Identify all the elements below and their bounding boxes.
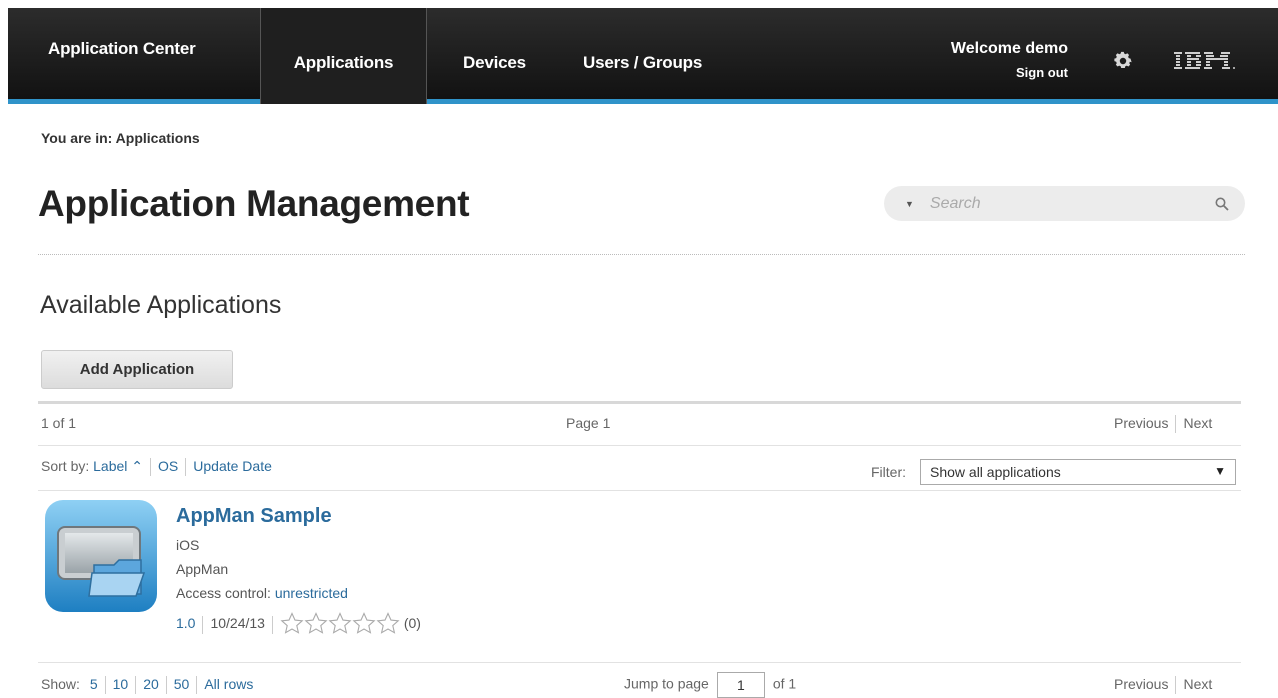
app-icon[interactable] [44,499,158,613]
separator [1175,676,1177,695]
app-version-link[interactable]: 1.0 [176,615,195,631]
nav-devices-label: Devices [463,53,526,72]
nav-users-groups[interactable]: Users / Groups [583,8,702,104]
page-size-50[interactable]: 50 [174,676,190,692]
separator [271,615,273,634]
separator [202,615,204,634]
separator [135,676,137,695]
title-divider [38,254,1245,255]
list-top-rule [38,401,1241,404]
nav-users-groups-label: Users / Groups [583,53,703,72]
app-meta-row: 1.0 10/24/13 (0) [176,612,421,637]
jump-to-page: Jump to page 1 of 1 [624,672,796,698]
sort-by-os[interactable]: OS [158,458,178,474]
star-icon[interactable] [376,612,400,634]
page-size-5[interactable]: 5 [90,676,98,692]
section-title: Available Applications [40,291,282,319]
breadcrumb: You are in: Applications [41,130,200,146]
page-size-10[interactable]: 10 [113,676,129,692]
page-size-20[interactable]: 20 [143,676,159,692]
nav-applications-label: Applications [293,53,394,72]
separator [104,676,106,695]
jump-label: Jump to page [624,675,709,692]
ibm-logo [1174,52,1235,69]
next-link-bottom[interactable]: Next [1183,676,1212,692]
filter-selected-value: Show all applications [930,464,1061,480]
search-icon[interactable] [1215,197,1229,211]
sort-label: Sort by: [41,458,90,474]
star-icon[interactable] [328,612,352,634]
separator [185,458,187,477]
sign-out-link[interactable]: Sign out [951,65,1068,80]
access-control-link[interactable]: unrestricted [275,585,348,601]
brand-title[interactable]: Application Center [48,1,196,97]
sort-by-update-date[interactable]: Update Date [193,458,272,474]
bottom-divider [38,662,1241,663]
search-box: ▼ [884,186,1245,221]
sort-bar: Sort by: Label ⌃ OS Update Date [41,458,272,477]
filter-select[interactable]: Show all applications ▼ [920,459,1236,485]
separator [1175,415,1177,434]
jump-page-input[interactable]: 1 [716,672,765,698]
pager-top: Previous Next [1114,415,1212,434]
star-icon[interactable] [352,612,376,634]
filter-label: Filter: [871,464,906,480]
rating-count: (0) [403,615,421,632]
page-size-all[interactable]: All rows [204,676,253,692]
nav-devices[interactable]: Devices [463,8,526,104]
sort-ascending-icon: ⌃ [127,458,144,474]
search-input[interactable] [929,194,1180,213]
page-size-selector: Show: 5 10 20 50 All rows [41,676,253,695]
sort-divider [38,490,1241,491]
separator [196,676,198,695]
access-control-label: Access control: [176,585,271,601]
dropdown-arrow-icon: ▼ [1214,464,1226,478]
separator [150,458,152,477]
star-icon[interactable] [304,612,328,634]
pager-divider [38,445,1241,446]
top-navigation-bar: Application Center Applications Devices … [8,8,1278,104]
star-icon[interactable] [280,612,304,634]
app-package: AppMan [176,561,229,577]
app-update-date: 10/24/13 [210,615,265,632]
app-os: iOS [176,537,200,553]
welcome-text: Welcome demo [950,40,1068,57]
page-indicator: Page 1 [566,415,611,431]
total-pages: of 1 [772,675,797,692]
gear-icon[interactable] [1112,50,1134,72]
pager-bottom: Previous Next [1114,676,1212,695]
app-access-control: Access control: unrestricted [176,585,348,601]
rating-stars [280,612,400,637]
nav-applications[interactable]: Applications [260,8,427,104]
result-count: 1 of 1 [41,415,77,431]
next-link[interactable]: Next [1183,415,1212,431]
app-name-link[interactable]: AppMan Sample [176,505,332,528]
user-welcome: Welcome demo Sign out [951,40,1068,80]
previous-link[interactable]: Previous [1114,415,1168,431]
show-label: Show: [41,676,80,692]
separator [165,676,167,695]
add-application-button[interactable]: Add Application [41,350,233,389]
page-title: Application Management [38,183,470,224]
search-scope-dropdown-icon[interactable]: ▼ [905,199,914,209]
previous-link-bottom[interactable]: Previous [1114,676,1168,692]
sort-by-label[interactable]: Label [93,458,127,474]
